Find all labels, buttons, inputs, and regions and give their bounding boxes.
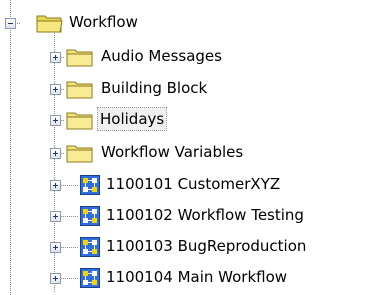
expand-toggle[interactable] [50,273,61,284]
tree-node-folder[interactable]: Workflow Variables [0,139,392,167]
tree-node-label[interactable]: 1100103 BugReproduction [103,234,309,258]
tree-node-folder[interactable]: Building Block [0,75,392,103]
workflow-icon [80,175,100,195]
expand-toggle[interactable] [50,242,61,253]
tree-node-workflow[interactable]: 1100104 Main Workflow [0,264,392,292]
tree-node-workflow[interactable]: 1100101 CustomerXYZ [0,171,392,199]
folder-icon [66,145,93,163]
expand-toggle[interactable] [50,52,61,63]
tree-node-folder[interactable]: Holidays [0,106,392,134]
expand-toggle[interactable] [50,180,61,191]
tree-view: Workflow Audio Messages Building Block H… [0,0,392,295]
folder-icon [66,49,93,67]
workflow-icon [80,206,100,226]
tree-node-workflow[interactable]: 1100102 Workflow Testing [0,202,392,230]
tree-node-root[interactable]: Workflow [0,9,392,37]
folder-open-icon [36,15,63,33]
tree-node-label[interactable]: 1100101 CustomerXYZ [103,172,283,196]
expand-toggle[interactable] [50,148,61,159]
tree-node-label[interactable]: Audio Messages [98,44,225,68]
tree-node-label[interactable]: Workflow [66,10,141,34]
expand-toggle[interactable] [50,115,61,126]
folder-icon [66,112,93,130]
tree-node-label[interactable]: Workflow Variables [98,140,246,164]
collapse-toggle[interactable] [5,18,16,29]
workflow-icon [80,237,100,257]
folder-icon [66,81,93,99]
workflow-icon [80,268,100,288]
tree-node-label[interactable]: 1100104 Main Workflow [103,265,290,289]
tree-node-label-selected[interactable]: Holidays [97,107,168,131]
tree-node-label[interactable]: 1100102 Workflow Testing [103,203,307,227]
expand-toggle[interactable] [50,84,61,95]
tree-node-folder[interactable]: Audio Messages [0,43,392,71]
tree-node-label[interactable]: Building Block [98,76,210,100]
expand-toggle[interactable] [50,211,61,222]
tree-node-workflow[interactable]: 1100103 BugReproduction [0,233,392,261]
